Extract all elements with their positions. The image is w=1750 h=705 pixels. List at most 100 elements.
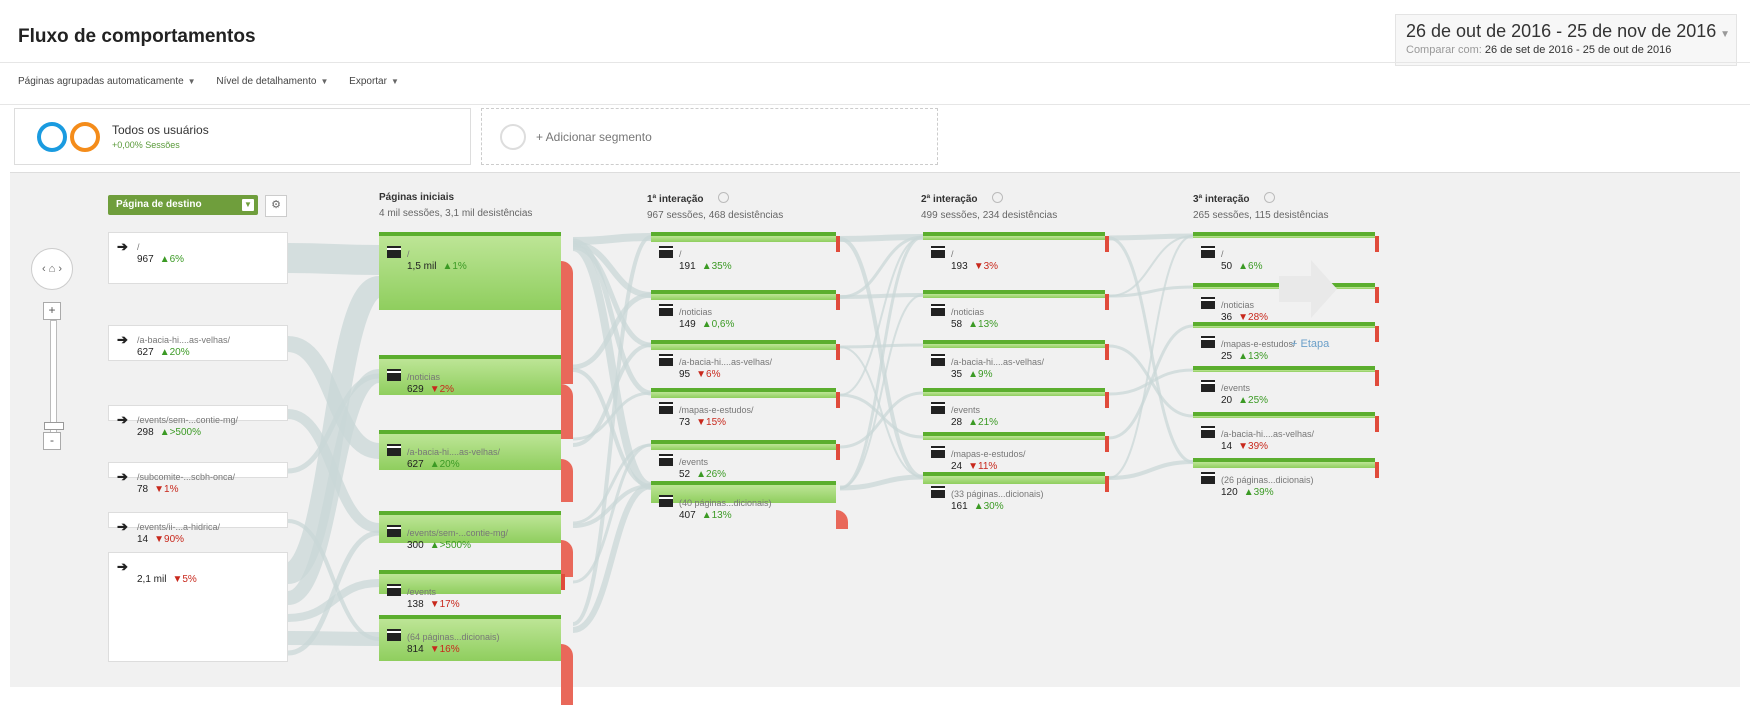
change-up: ▲6%	[159, 254, 185, 265]
segment-all-users[interactable]: Todos os usuários +0,00% Sessões	[14, 108, 471, 165]
page-node[interactable]: /mapas-e-estudos/73 ▼15%	[651, 388, 840, 428]
node-value-row: 14 ▼39%	[1221, 441, 1314, 453]
page-node[interactable]: /noticias 58 ▲13%	[923, 290, 1109, 330]
page-node[interactable]: / 1,5 mil ▲1%	[379, 232, 573, 384]
dimension-select-label: Página de destino	[116, 199, 202, 210]
drop-off-bar[interactable]	[1375, 462, 1379, 478]
chevron-down-icon[interactable]: ▼	[1720, 29, 1730, 40]
entrance-arrow-icon: ➔	[117, 239, 128, 254]
page-node[interactable]: /events 138 ▼17%	[379, 570, 565, 610]
drop-off-bar[interactable]	[836, 344, 840, 360]
change-up: ▲1%	[442, 261, 467, 272]
chevron-down-icon: ▼	[390, 77, 399, 86]
add-segment-button[interactable]: + Adicionar segmento	[481, 108, 938, 165]
page-node[interactable]: /noticias 629 ▼2%	[379, 355, 573, 439]
source-node[interactable]: ➔/967 ▲6%	[108, 232, 288, 284]
column-title: Páginas iniciais	[379, 192, 455, 203]
page-icon	[387, 246, 401, 258]
drop-off-bar[interactable]	[1105, 236, 1109, 252]
node-label: (40 páginas...dicionais) 407 ▲13%	[659, 495, 772, 522]
column-header-interaction-3: 3ª interação 265 sessões, 115 desistênci…	[1193, 192, 1328, 221]
date-range-picker[interactable]: 26 de out de 2016 - 25 de nov de 2016 Co…	[1395, 14, 1737, 66]
drop-off-bar[interactable]	[1105, 436, 1109, 452]
drop-off-bar[interactable]	[836, 444, 840, 460]
page-node[interactable]: / 193 ▼3%	[923, 232, 1109, 272]
page-node[interactable]: /events/sem-...contie-mg/300 ▲>500%	[379, 511, 573, 577]
node-name-row: /noticias	[387, 369, 454, 384]
node-sessions: 50	[1221, 261, 1233, 272]
node-sessions: 95	[679, 369, 691, 380]
drop-off-bar[interactable]	[1375, 370, 1379, 386]
drop-off-bar[interactable]	[561, 644, 573, 705]
info-icon[interactable]	[1263, 192, 1275, 203]
node-sessions: 191	[679, 261, 696, 272]
detail-level-menu[interactable]: Nível de detalhamento ▼	[216, 76, 328, 87]
drop-off-bar[interactable]	[1105, 294, 1109, 310]
add-step-button[interactable]: + Etapa	[1291, 338, 1329, 350]
page-node[interactable]: /events 28 ▲21%	[923, 388, 1109, 428]
zoom-slider-handle[interactable]	[44, 422, 64, 430]
source-node[interactable]: ➔ /events/sem-...contie-mg/298 ▲>500%	[108, 405, 288, 438]
page-node[interactable]: /events 20 ▲25%	[1193, 366, 1379, 406]
node-label: (33 páginas...dicionais) 161 ▲30%	[931, 486, 1044, 513]
node-page-name: /	[951, 249, 954, 259]
page-node[interactable]: /a-bacia-hi....as-velhas/35 ▲9%	[923, 340, 1109, 380]
node-sessions: 14	[137, 534, 149, 545]
drop-off-bar[interactable]	[1105, 344, 1109, 360]
page-node[interactable]: (40 páginas...dicionais) 407 ▲13%	[651, 481, 848, 529]
source-node[interactable]: ➔ /a-bacia-hi....as-velhas/627 ▲20%	[108, 325, 288, 361]
page-node[interactable]: /noticias 149 ▲0,6%	[651, 290, 840, 330]
drop-off-bar[interactable]	[836, 392, 840, 408]
gear-icon[interactable]: ⚙	[265, 195, 287, 217]
drop-off-bar[interactable]	[561, 261, 573, 384]
page-node[interactable]: / 191 ▲35%	[651, 232, 840, 272]
drop-off-bar[interactable]	[1105, 392, 1109, 408]
export-menu[interactable]: Exportar ▼	[349, 76, 399, 87]
drop-off-bar[interactable]	[1375, 287, 1379, 303]
change-up: ▲13%	[1238, 351, 1269, 362]
info-icon[interactable]	[991, 192, 1003, 203]
info-icon[interactable]	[717, 192, 729, 203]
node-sessions: 300	[407, 540, 424, 551]
drop-off-bar[interactable]	[1105, 476, 1109, 492]
page-node[interactable]: /a-bacia-hi....as-velhas/95 ▼6%	[651, 340, 840, 380]
page-node[interactable]: /mapas-e-estudos/25 ▲13%	[1193, 322, 1379, 362]
source-node[interactable]: ➔ /events/ii-...a-hidrica/14 ▼90%	[108, 512, 288, 545]
change-down: ▼1%	[154, 484, 179, 495]
page-node[interactable]: (64 páginas...dicionais) 814 ▼16%	[379, 615, 573, 705]
node-sessions: 20	[1221, 395, 1233, 406]
node-value-row: 73 ▼15%	[679, 417, 754, 429]
column-stats: 967 sessões, 468 desistências	[647, 210, 784, 221]
segment-ring-blue-icon	[37, 122, 67, 152]
zoom-in-button[interactable]: +	[43, 302, 61, 320]
drop-off-bar[interactable]	[836, 236, 840, 252]
node-label: / 193 ▼3%	[931, 246, 998, 273]
change-up: ▲21%	[968, 417, 999, 428]
source-node[interactable]: ➔ /subcomite-...scbh-onca/78 ▼1%	[108, 462, 288, 495]
drop-off-bar[interactable]	[1375, 236, 1379, 252]
change-up: ▲39%	[1243, 487, 1274, 498]
drop-off-bar[interactable]	[1375, 416, 1379, 432]
zoom-slider[interactable]	[50, 320, 57, 434]
drop-off-bar[interactable]	[561, 540, 573, 577]
page-node[interactable]: /a-bacia-hi....as-velhas/14 ▼39%	[1193, 412, 1379, 452]
node-page-name: /events	[407, 587, 437, 597]
drop-off-bar[interactable]	[561, 574, 565, 590]
dimension-select[interactable]: Página de destino ▼	[108, 195, 258, 215]
add-step-arrow-icon[interactable]	[1277, 258, 1339, 320]
page-node[interactable]: /events 52 ▲26%	[651, 440, 840, 480]
page-node[interactable]: /a-bacia-hi....as-velhas/627 ▲20%	[379, 430, 573, 502]
pan-control-icon[interactable]: ‹ ⌂ ›	[31, 248, 73, 290]
zoom-out-button[interactable]: -	[43, 432, 61, 450]
drop-off-bar[interactable]	[561, 459, 573, 502]
page-node[interactable]: / 50 ▲6%	[1193, 232, 1379, 272]
drop-off-bar[interactable]	[561, 384, 573, 439]
drop-off-bar[interactable]	[1375, 326, 1379, 342]
page-node[interactable]: (26 páginas...dicionais) 120 ▲39%	[1193, 458, 1379, 498]
drop-off-bar[interactable]	[836, 294, 840, 310]
source-node[interactable]: ➔ 2,1 mil ▼5%	[108, 552, 288, 662]
entrance-arrow-icon: ➔	[117, 559, 128, 574]
grouping-menu[interactable]: Páginas agrupadas automaticamente ▼	[18, 76, 196, 87]
page-node[interactable]: /mapas-e-estudos/24 ▼11%	[923, 432, 1109, 472]
page-node[interactable]: (33 páginas...dicionais) 161 ▲30%	[923, 472, 1109, 512]
